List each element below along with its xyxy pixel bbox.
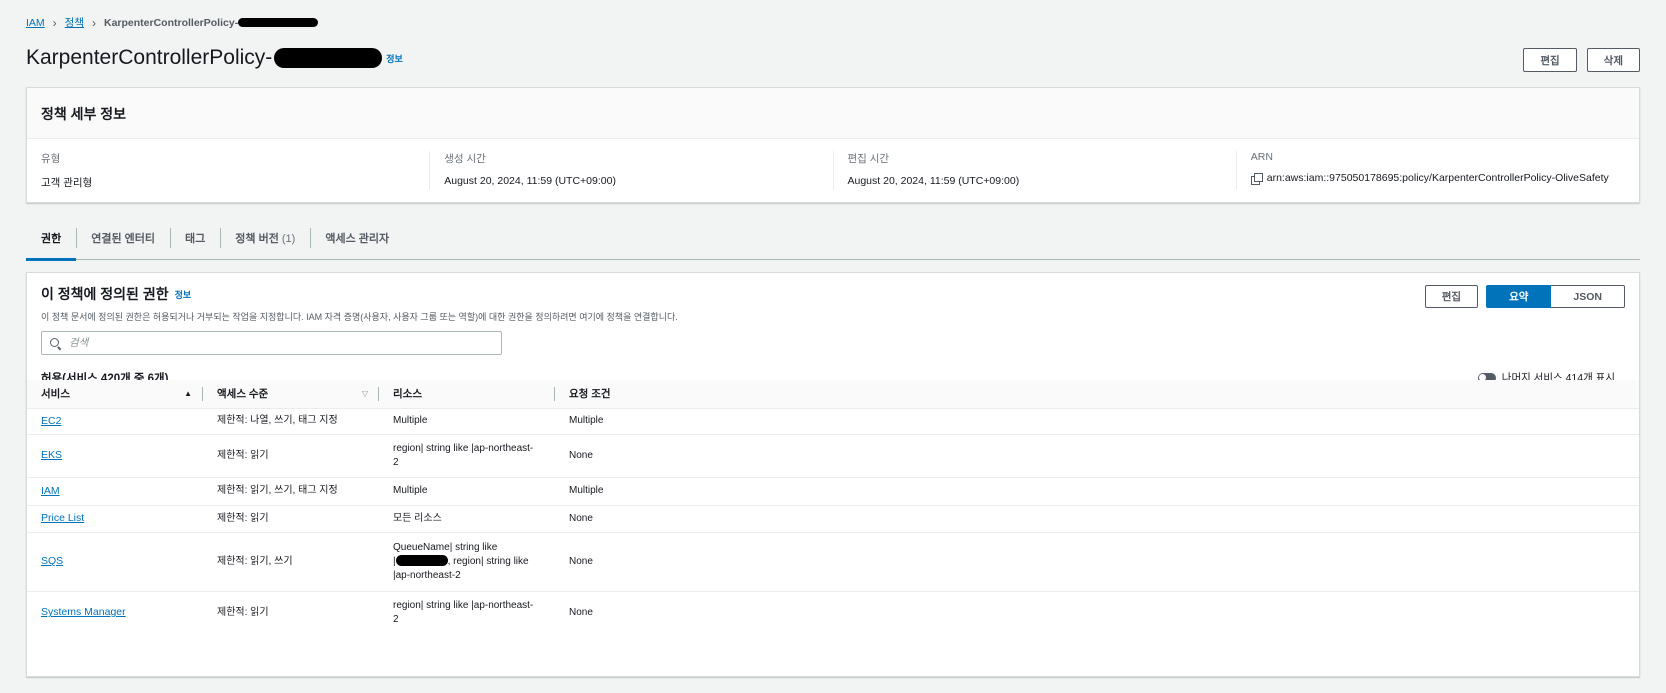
search-icon bbox=[50, 337, 61, 349]
service-link[interactable]: EC2 bbox=[41, 415, 61, 427]
arn-value: arn:aws:iam::975050178695:policy/Karpent… bbox=[1266, 172, 1609, 184]
tab-policy-versions[interactable]: 정책 버전 (1) bbox=[220, 222, 310, 260]
tab-permissions[interactable]: 권한 bbox=[26, 222, 77, 261]
summary-view-button[interactable]: 요약 bbox=[1486, 285, 1552, 308]
header-actions: 편집 삭제 bbox=[1523, 48, 1640, 72]
detail-type: 유형 고객 관리형 bbox=[41, 153, 93, 189]
permissions-actions: 편집 요약 JSON bbox=[1424, 285, 1625, 308]
edit-permissions-button[interactable]: 편집 bbox=[1424, 285, 1479, 308]
copy-icon[interactable] bbox=[1250, 173, 1263, 185]
table-row: Price List 제한적: 읽기 모든 리소스 None bbox=[27, 505, 1639, 533]
column-condition[interactable]: 요청 조건 bbox=[555, 380, 1639, 409]
detail-edited: 편집 시간 August 20, 2024, 11:59 (UTC+09:00) bbox=[832, 151, 1236, 190]
breadcrumb-policies-link[interactable]: 정책 bbox=[65, 15, 84, 30]
table-row: IAM 제한적: 읽기, 쓰기, 태그 지정 Multiple Multiple bbox=[27, 477, 1639, 506]
tab-attached-entities[interactable]: 연결된 엔터티 bbox=[76, 222, 170, 260]
json-view-button[interactable]: JSON bbox=[1551, 285, 1625, 308]
permissions-card: 이 정책에 정의된 권한 정보 이 정책 문서에 정의된 권한은 허용되거나 거… bbox=[26, 272, 1640, 677]
edit-button[interactable]: 편집 bbox=[1523, 48, 1577, 72]
redaction-mark bbox=[238, 18, 319, 28]
permissions-heading: 이 정책에 정의된 권한 정보 bbox=[41, 286, 192, 302]
column-resource[interactable]: 리소스 bbox=[379, 380, 555, 409]
page-header: KarpenterControllerPolicy- 정보 bbox=[26, 46, 403, 70]
view-mode-toggle: 요약 JSON bbox=[1486, 285, 1625, 308]
sort-ascending-icon: ▲ bbox=[184, 389, 192, 399]
info-link[interactable]: 정보 bbox=[386, 52, 403, 65]
breadcrumb: IAM › 정책 › KarpenterControllerPolicy- bbox=[26, 15, 319, 30]
permissions-table: 서비스 ▲ 액세스 수준 ▽ 리소스 요청 조건 EC2 제한적: 나열, 쓰기, … bbox=[27, 380, 1639, 634]
table-row: SQS 제한적: 읽기, 쓰기 QueueName| string like |… bbox=[27, 532, 1639, 592]
table-row: EKS 제한적: 읽기 region| string like |ap-nort… bbox=[27, 434, 1639, 478]
redaction-mark bbox=[274, 48, 383, 69]
permissions-info-link[interactable]: 정보 bbox=[175, 288, 192, 301]
policy-details-card: 정책 세부 정보 유형 고객 관리형 생성 시간 August 20, 2024… bbox=[26, 87, 1640, 203]
search-input[interactable] bbox=[69, 337, 489, 349]
page-title: KarpenterControllerPolicy- bbox=[26, 46, 383, 70]
sort-descending-icon: ▽ bbox=[361, 389, 368, 399]
table-header-row: 서비스 ▲ 액세스 수준 ▽ 리소스 요청 조건 bbox=[27, 380, 1639, 409]
tab-tags[interactable]: 태그 bbox=[170, 222, 220, 260]
chevron-right-icon: › bbox=[92, 15, 96, 30]
detail-arn: ARN arn:aws:iam::975050178695:policy/Kar… bbox=[1235, 151, 1639, 190]
service-link[interactable]: Price List bbox=[41, 512, 84, 524]
breadcrumb-iam-link[interactable]: IAM bbox=[26, 17, 45, 29]
search-box bbox=[41, 331, 502, 355]
permissions-description: 이 정책 문서에 정의된 권한은 허용되거나 거부되는 작업을 지정합니다. I… bbox=[41, 312, 678, 322]
tab-bar: 권한 연결된 엔터티 태그 정책 버전 (1) 액세스 관리자 bbox=[26, 222, 1640, 261]
service-link[interactable]: Systems Manager bbox=[41, 606, 126, 618]
table-row: EC2 제한적: 나열, 쓰기, 태그 지정 Multiple Multiple bbox=[27, 408, 1639, 435]
service-link[interactable]: SQS bbox=[41, 555, 63, 567]
column-access-level[interactable]: 액세스 수준 ▽ bbox=[203, 380, 379, 409]
column-service[interactable]: 서비스 ▲ bbox=[27, 380, 203, 409]
breadcrumb-current: KarpenterControllerPolicy- bbox=[104, 17, 319, 29]
service-link[interactable]: IAM bbox=[41, 485, 60, 497]
service-link[interactable]: EKS bbox=[41, 449, 62, 461]
redaction-mark bbox=[395, 555, 448, 567]
detail-created: 생성 시간 August 20, 2024, 11:59 (UTC+09:00) bbox=[429, 151, 832, 190]
table-row: Systems Manager 제한적: 읽기 region| string l… bbox=[41, 599, 593, 625]
policy-details-heading: 정책 세부 정보 bbox=[27, 88, 1639, 139]
tab-access-advisor[interactable]: 액세스 관리자 bbox=[310, 222, 404, 260]
policy-details-grid: 유형 고객 관리형 생성 시간 August 20, 2024, 11:59 (… bbox=[27, 139, 1639, 190]
delete-button[interactable]: 삭제 bbox=[1586, 48, 1640, 72]
chevron-right-icon: › bbox=[52, 15, 57, 30]
